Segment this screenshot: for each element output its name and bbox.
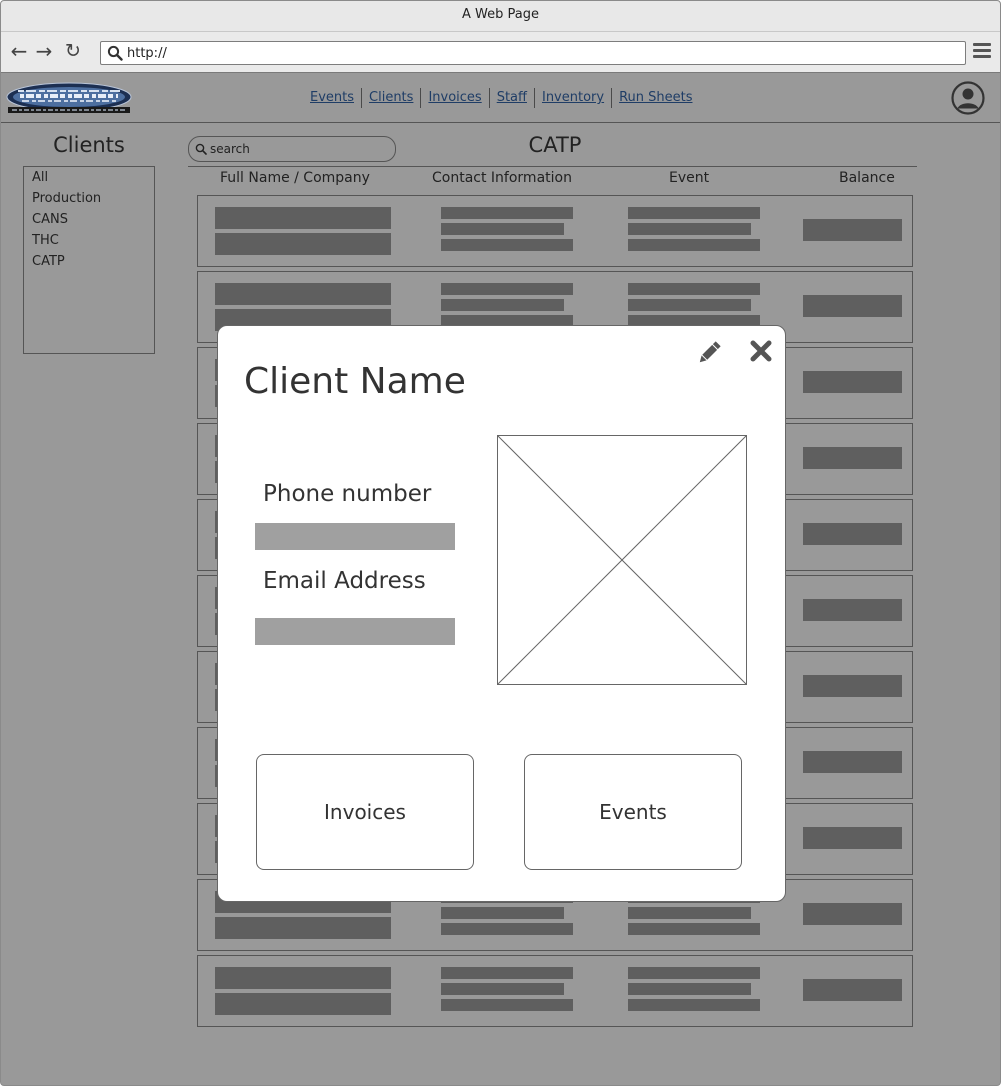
address-bar[interactable] xyxy=(100,41,966,65)
page-title: CATP xyxy=(528,133,582,157)
window-title: A Web Page xyxy=(1,1,1000,32)
event-line-1-placeholder xyxy=(628,967,760,979)
contact-line-3-placeholder xyxy=(441,923,573,935)
email-address-field[interactable] xyxy=(255,618,455,645)
client-name-heading: Client Name xyxy=(244,361,466,402)
nav-link-clients[interactable]: Clients xyxy=(362,88,422,108)
balance-value-placeholder xyxy=(803,523,902,545)
search-icon xyxy=(107,45,123,61)
event-line-3-placeholder xyxy=(628,923,760,935)
contact-line-2-placeholder xyxy=(441,299,564,311)
name-line-2-placeholder xyxy=(215,917,391,939)
pencil-edit-icon[interactable] xyxy=(694,338,724,368)
browser-toolbar: ← → ↻ xyxy=(1,32,1000,73)
name-line-1-placeholder xyxy=(215,207,391,229)
balance-value-placeholder xyxy=(803,295,902,317)
balance-value-placeholder xyxy=(803,599,902,621)
table-row[interactable] xyxy=(197,195,913,267)
client-search-box[interactable] xyxy=(188,136,396,162)
event-line-2-placeholder xyxy=(628,907,751,919)
name-line-2-placeholder xyxy=(215,233,391,255)
url-input[interactable] xyxy=(127,44,947,62)
balance-value-placeholder xyxy=(803,447,902,469)
phone-number-label: Phone number xyxy=(263,481,432,507)
main-navigation: Events Clients Invoices Staff Inventory … xyxy=(303,87,700,109)
contact-line-1-placeholder xyxy=(441,967,573,979)
close-icon[interactable] xyxy=(748,338,774,364)
contact-line-1-placeholder xyxy=(441,207,573,219)
column-header-event: Event xyxy=(669,170,710,186)
column-header-balance: Balance xyxy=(839,170,895,186)
client-image-placeholder xyxy=(497,435,747,685)
app-header: Events Clients Invoices Staff Inventory … xyxy=(1,73,1000,123)
event-line-2-placeholder xyxy=(628,983,751,995)
event-line-1-placeholder xyxy=(628,283,760,295)
sidebar-title: Clients xyxy=(53,133,125,157)
contact-line-2-placeholder xyxy=(441,907,564,919)
balance-value-placeholder xyxy=(803,675,902,697)
contact-line-2-placeholder xyxy=(441,983,564,995)
phone-number-field[interactable] xyxy=(255,523,455,550)
invoices-button[interactable]: Invoices xyxy=(256,754,474,870)
name-line-1-placeholder xyxy=(215,283,391,305)
sidebar-item-production[interactable]: Production xyxy=(24,188,154,209)
contact-line-3-placeholder xyxy=(441,239,573,251)
balance-value-placeholder xyxy=(803,903,902,925)
column-header-contact: Contact Information xyxy=(432,170,572,186)
nav-link-run-sheets[interactable]: Run Sheets xyxy=(612,88,699,108)
hamburger-menu-icon[interactable] xyxy=(973,43,991,61)
client-category-list: All Production CANS THC CATP xyxy=(23,166,155,354)
client-detail-modal: Client Name Phone number Email Address I… xyxy=(217,325,786,902)
forward-arrow-icon[interactable]: → xyxy=(33,40,55,62)
email-address-label: Email Address xyxy=(263,568,426,594)
name-line-2-placeholder xyxy=(215,993,391,1015)
name-line-1-placeholder xyxy=(215,967,391,989)
balance-value-placeholder xyxy=(803,751,902,773)
search-input[interactable] xyxy=(210,140,380,158)
balance-value-placeholder xyxy=(803,371,902,393)
balance-value-placeholder xyxy=(803,219,902,241)
events-button[interactable]: Events xyxy=(524,754,742,870)
event-line-1-placeholder xyxy=(628,207,760,219)
nav-link-events[interactable]: Events xyxy=(303,88,363,108)
sidebar-item-thc[interactable]: THC xyxy=(24,230,154,251)
contact-line-3-placeholder xyxy=(441,999,573,1011)
contact-line-1-placeholder xyxy=(441,283,573,295)
table-row[interactable] xyxy=(197,955,913,1027)
search-icon xyxy=(195,143,207,155)
event-line-2-placeholder xyxy=(628,299,751,311)
back-arrow-icon[interactable]: ← xyxy=(8,40,30,62)
balance-value-placeholder xyxy=(803,979,902,1001)
nav-link-invoices[interactable]: Invoices xyxy=(421,88,490,108)
balance-value-placeholder xyxy=(803,827,902,849)
reload-icon[interactable]: ↻ xyxy=(62,40,84,62)
sidebar-item-cans[interactable]: CANS xyxy=(24,209,154,230)
event-line-3-placeholder xyxy=(628,999,760,1011)
contact-line-2-placeholder xyxy=(441,223,564,235)
company-logo[interactable] xyxy=(6,82,132,116)
sidebar-item-all[interactable]: All xyxy=(24,167,154,188)
user-avatar-icon[interactable] xyxy=(951,81,985,115)
nav-link-inventory[interactable]: Inventory xyxy=(535,88,613,108)
nav-link-staff[interactable]: Staff xyxy=(490,88,535,108)
event-line-3-placeholder xyxy=(628,239,760,251)
event-line-2-placeholder xyxy=(628,223,751,235)
column-header-name: Full Name / Company xyxy=(220,170,370,186)
table-header-divider xyxy=(188,166,917,167)
sidebar-item-catp[interactable]: CATP xyxy=(24,251,154,272)
browser-window: A Web Page ← → ↻ Events Clients Invoices xyxy=(0,0,1001,1086)
